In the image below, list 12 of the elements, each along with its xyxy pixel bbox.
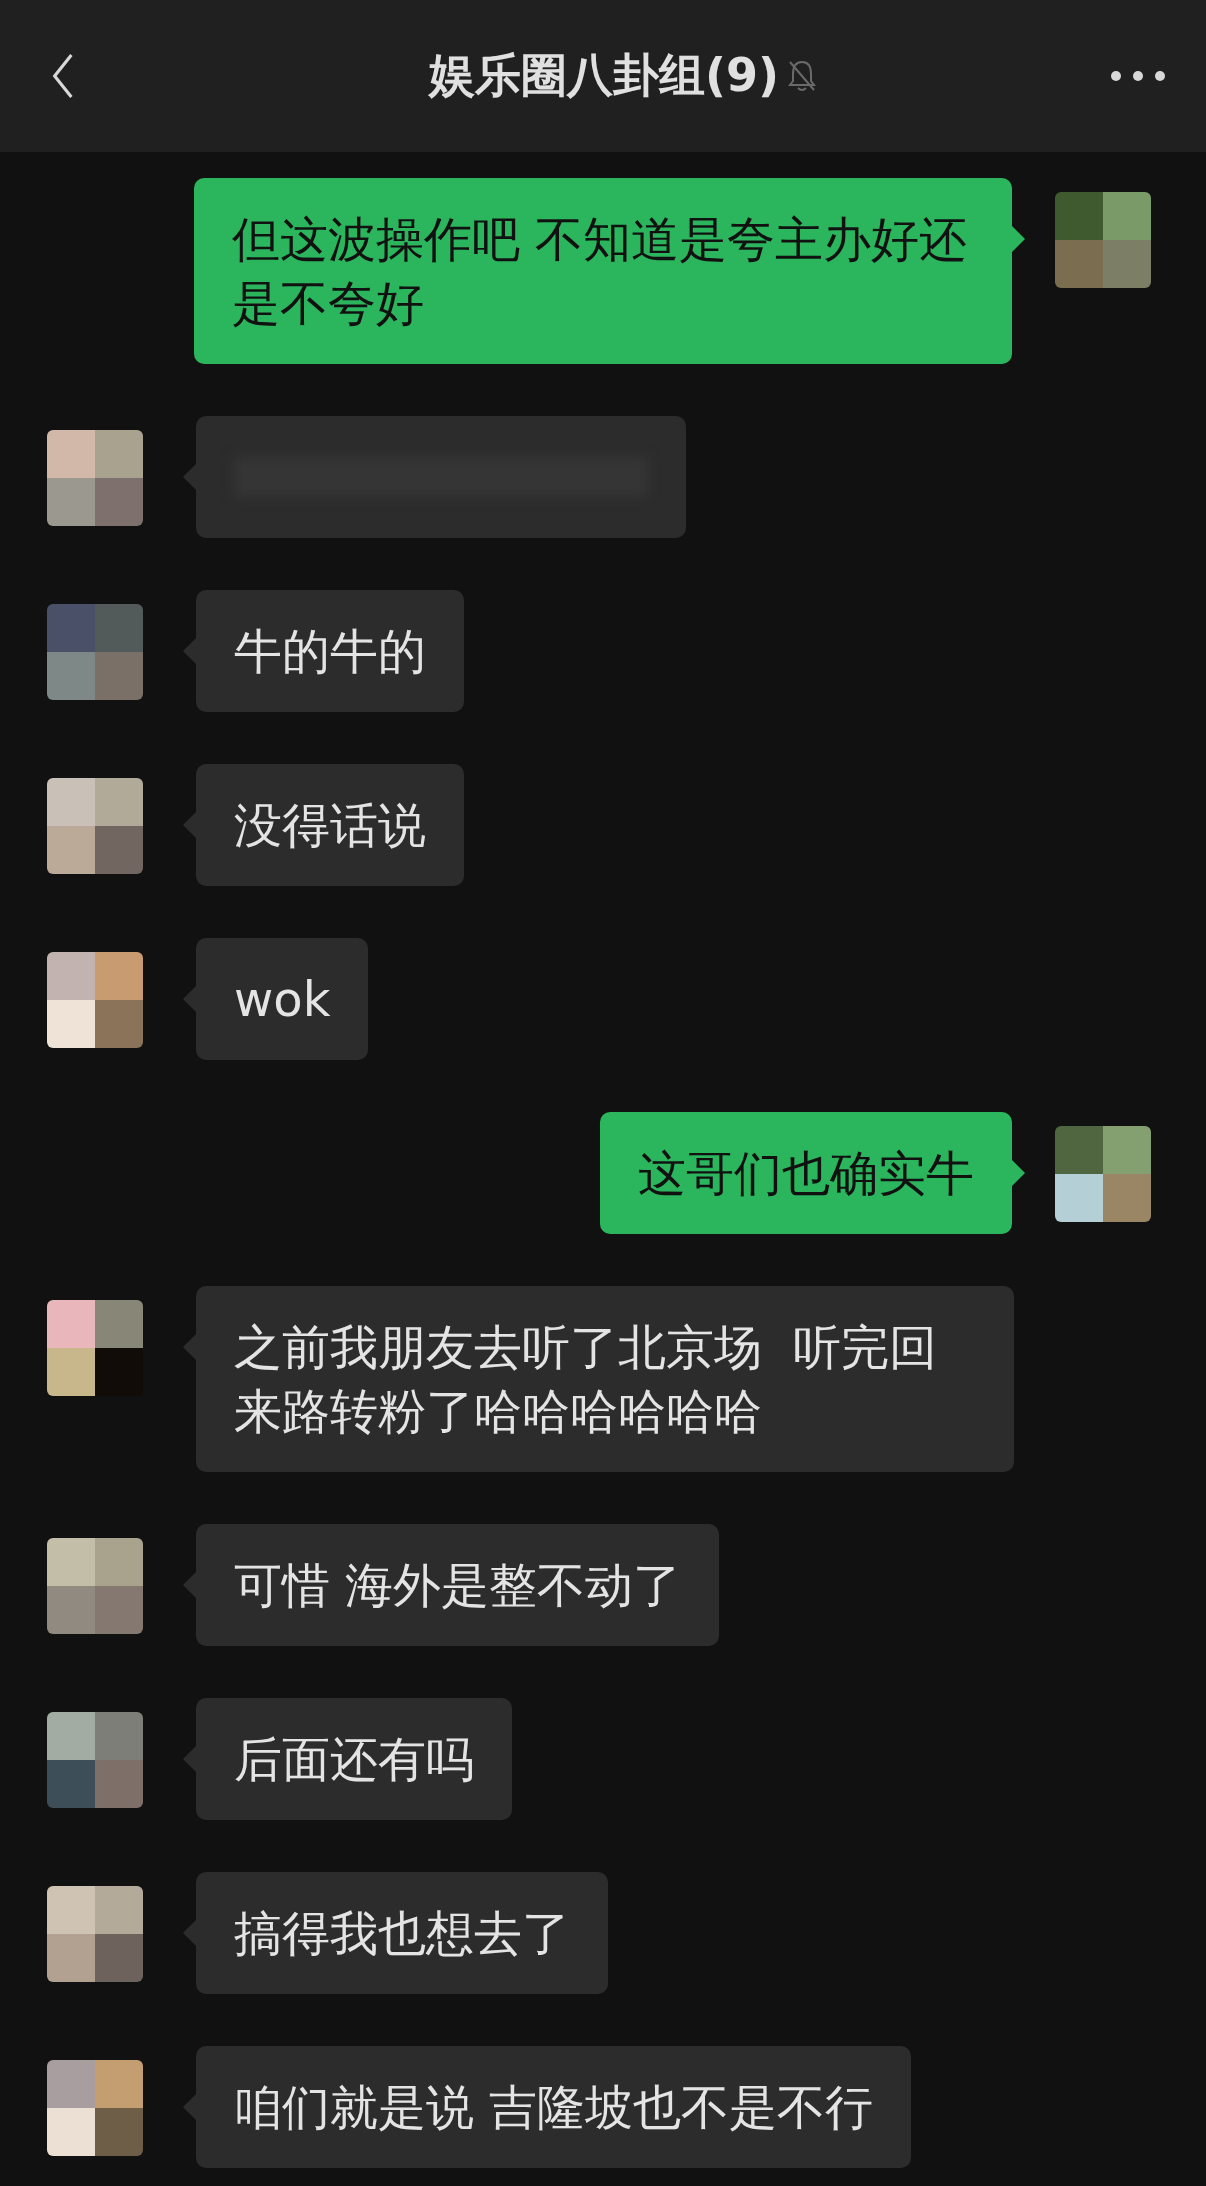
message-bubble: 可惜 海外是整不动了 xyxy=(196,1524,720,1646)
message-bubble: 但这波操作吧 不知道是夸主办好还是不夸好 xyxy=(194,178,1012,364)
message-bubble: 之前我朋友去听了北京场 听完回来路转粉了哈哈哈哈哈哈 xyxy=(196,1286,1014,1472)
more-icon[interactable] xyxy=(1110,70,1166,82)
message-bubble: 牛的牛的 xyxy=(196,590,464,712)
message-bubble: wok xyxy=(196,938,369,1060)
message-bubble: 搞得我也想去了 xyxy=(196,1872,608,1994)
chat-title: 娱乐圈八卦组(9) xyxy=(428,47,780,104)
message-bubble: 后面还有吗 xyxy=(196,1698,512,1820)
message-bubble: 这哥们也确实牛 xyxy=(600,1112,1012,1234)
message-bubble: 咱们就是说 吉隆坡也不是不行 xyxy=(196,2046,912,2168)
message-bubble: 没得话说 xyxy=(196,764,464,886)
